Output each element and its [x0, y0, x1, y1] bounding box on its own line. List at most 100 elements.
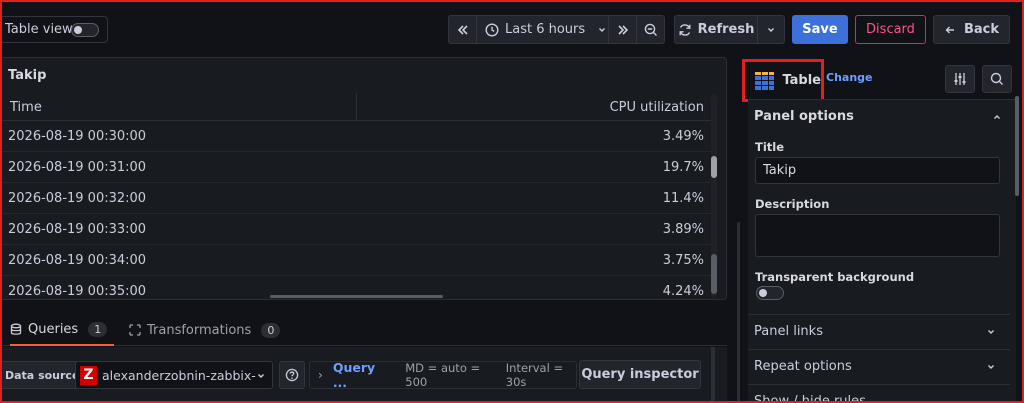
panel-links-label: Panel links [754, 324, 823, 339]
panel-links-section[interactable]: Panel links [748, 314, 1010, 348]
discard-label: Discard [866, 22, 915, 37]
table-header: Time CPU utilization [0, 93, 712, 121]
query-options-link[interactable]: Query ... [333, 360, 385, 390]
save-label: Save [802, 22, 838, 37]
query-options[interactable]: › Query ... MD = auto = 500 Interval = 3… [309, 360, 577, 390]
table-row: 2026-08-19 00:30:00 3.49% [0, 121, 712, 152]
query-scrollbar[interactable] [711, 347, 715, 403]
editor-tabs: Queries 1 Transformations 0 [0, 314, 727, 346]
table-view-toggle[interactable]: Table view [0, 16, 108, 43]
query-inspector-label: Query inspector [581, 367, 699, 382]
cell-time: 2026-08-19 00:35:00 [8, 284, 147, 299]
chevron-down-icon [256, 369, 266, 383]
time-forward-button[interactable] [608, 15, 637, 44]
refresh-interval-dropdown[interactable] [757, 15, 785, 44]
panel-title: Takip [8, 68, 47, 83]
visualization-picker[interactable]: Table [742, 59, 824, 102]
arrow-left-icon [945, 26, 954, 33]
description-textarea[interactable] [755, 214, 1000, 257]
change-visualization-link[interactable]: Change [826, 71, 873, 84]
table-horizontal-scrollbar[interactable] [270, 295, 443, 298]
cell-cpu: 3.89% [662, 222, 704, 237]
chevron-down-icon [988, 330, 994, 334]
query-toolbar: Data source Z alexanderzobnin-zabbix-d ›… [0, 347, 727, 403]
cell-cpu: 11.4% [662, 191, 704, 206]
time-range-picker[interactable]: Last 6 hours [476, 15, 609, 44]
cell-cpu: 19.7% [662, 160, 704, 175]
table-body: 2026-08-19 00:30:00 3.49% 2026-08-19 00:3… [0, 121, 712, 299]
options-scrollbar[interactable] [1015, 96, 1019, 196]
top-toolbar: Table view Last 6 hours Refresh Save Dis… [0, 0, 1024, 56]
chevron-down-icon [599, 27, 606, 32]
database-icon [10, 323, 22, 335]
search-options-button[interactable] [982, 65, 1012, 93]
zabbix-logo-icon: Z [80, 365, 97, 385]
tab-transformations-count: 0 [261, 322, 281, 338]
options-pane: Table Change Panel options Title Takip D… [740, 56, 1024, 403]
max-data-points: MD = auto = 500 [405, 361, 481, 389]
table-view-switch[interactable] [71, 23, 99, 37]
refresh-icon [679, 23, 691, 36]
search-icon [990, 72, 1003, 85]
panel-preview: Takip Time CPU utilization 2026-08-19 00… [0, 57, 727, 300]
back-label: Back [963, 22, 1000, 37]
cell-time: 2026-08-19 00:30:00 [8, 129, 147, 144]
cell-time: 2026-08-19 00:34:00 [8, 253, 147, 268]
sliders-icon [954, 73, 966, 85]
back-button[interactable]: Back [933, 15, 1010, 44]
table-vertical-scrollbar[interactable] [711, 94, 717, 298]
table-row: 2026-08-19 00:32:00 11.4% [0, 183, 712, 214]
title-input[interactable]: Takip [755, 157, 1000, 184]
cell-time: 2026-08-19 00:31:00 [8, 160, 147, 175]
datasource-picker[interactable]: Z alexanderzobnin-zabbix-d [75, 361, 273, 389]
panel-options-header[interactable]: Panel options [754, 109, 854, 124]
discard-button[interactable]: Discard [855, 15, 926, 44]
chevron-double-right-icon [617, 24, 628, 35]
tab-transformations-label: Transformations [147, 322, 252, 338]
zoom-out-button[interactable] [636, 15, 665, 44]
table-row: 2026-08-19 00:31:00 19.7% [0, 152, 712, 183]
column-header-time[interactable]: Time [10, 100, 42, 115]
tab-queries[interactable]: Queries 1 [10, 314, 114, 346]
refresh-label: Refresh [697, 22, 755, 37]
table-scroll-thumb[interactable] [711, 156, 717, 178]
repeat-options-label: Repeat options [754, 359, 852, 374]
chevron-down-icon [988, 365, 994, 369]
time-back-button[interactable] [448, 15, 477, 44]
cell-time: 2026-08-19 00:33:00 [8, 222, 147, 237]
repeat-options-section[interactable]: Repeat options [748, 349, 1010, 383]
panel-settings-button[interactable] [945, 65, 975, 93]
datasource-help-button[interactable] [279, 361, 305, 389]
description-label: Description [755, 197, 830, 211]
table-view-label: Table view [5, 22, 73, 37]
chevron-up-icon[interactable] [992, 112, 1002, 122]
chevron-double-left-icon [457, 24, 468, 35]
table-viz-icon [755, 71, 775, 90]
cell-cpu: 3.75% [662, 253, 704, 268]
datasource-label: Data source [0, 361, 87, 389]
show-hide-rules-section[interactable]: Show / hide rules [748, 384, 1010, 403]
cell-time: 2026-08-19 00:32:00 [8, 191, 147, 206]
question-circle-icon [285, 368, 299, 382]
title-label: Title [755, 140, 785, 154]
transparent-background-label: Transparent background [755, 270, 915, 284]
transparent-background-switch[interactable] [756, 286, 784, 300]
visualization-label: Table [782, 73, 821, 88]
refresh-button[interactable]: Refresh [674, 15, 758, 44]
tab-queries-label: Queries [28, 321, 79, 337]
zoom-out-icon [644, 23, 657, 36]
cell-cpu: 3.49% [662, 129, 704, 144]
save-button[interactable]: Save [792, 15, 848, 44]
column-header-cpu[interactable]: CPU utilization [610, 100, 704, 115]
tab-queries-count: 1 [88, 321, 108, 337]
clock-icon [485, 22, 499, 37]
cell-cpu: 4.24% [662, 284, 704, 299]
datasource-value: alexanderzobnin-zabbix-d [102, 367, 264, 383]
chevron-right-icon: › [318, 368, 323, 382]
transform-icon [129, 324, 141, 336]
time-range-label: Last 6 hours [505, 22, 586, 37]
chevron-down-icon [768, 27, 774, 32]
tab-transformations[interactable]: Transformations 0 [129, 314, 281, 346]
table-row: 2026-08-19 00:34:00 3.75% [0, 245, 712, 276]
query-inspector-button[interactable]: Query inspector [579, 360, 701, 389]
